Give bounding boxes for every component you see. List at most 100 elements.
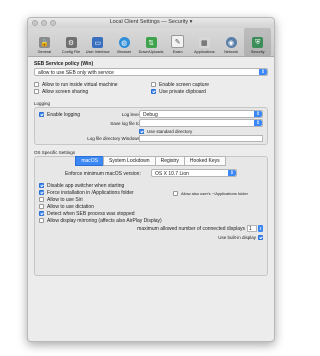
os-tab-bar: macOS System Lockdown Registry Hooked Ke… [35,156,267,166]
checkbox-box[interactable] [39,204,44,209]
checkbox-box[interactable] [34,82,39,87]
checkbox-box[interactable] [39,183,44,188]
toolbar-label: Applications [194,50,215,54]
max-displays-label: maximum allowed number of connected disp… [137,225,245,232]
save-log-select[interactable]: ⇕ [139,119,263,127]
macos-checks: Disable app switcher when starting Force… [39,182,162,224]
window-title: Local Client Settings — Security ▾ [109,19,193,25]
allow-siri-checkbox[interactable]: Allow to use Siri [39,196,162,203]
allow-vm-checkbox[interactable]: Allow to run inside virtual machine [34,81,151,88]
checkbox-label: Force installation in /Applications fold… [47,189,134,196]
checkbox-label: Allow to run inside virtual machine [42,81,118,88]
checkbox-label: Detect when SEB process was stopped [47,210,135,217]
stepper-icon[interactable]: ⇕ [258,225,263,232]
checkbox-box[interactable] [173,191,178,196]
toolbar-label: General [37,50,52,54]
checkbox-box[interactable] [39,197,44,202]
tab-hooked-keys[interactable]: Hooked Keys [183,156,226,166]
private-clipboard-checkbox[interactable]: Use private clipboard [151,88,268,95]
chevron-updown-icon: ⇕ [254,111,262,117]
exam-icon: ✎ [171,35,185,48]
logging-group-title: Logging [34,101,51,106]
checkbox-box[interactable] [34,89,39,94]
logging-group: Enable logging Log level: Debug ⇕ Save l… [34,107,268,145]
os-specific-group: macOS System Lockdown Registry Hooked Ke… [34,156,268,276]
preferences-toolbar: 🔒 General ⚙ Config File ▭ User Interface… [28,28,274,57]
allow-display-mirroring-checkbox[interactable]: Allow display mirroring (affects also Ai… [39,217,162,224]
toolbar-label: Exam [172,50,183,54]
title-bar: Local Client Settings — Security ▾ [28,18,274,28]
chevron-updown-icon: ⇕ [254,120,262,126]
log-level-value: Debug [143,112,158,118]
security-icon: ⛨ [252,37,264,48]
min-macos-select[interactable]: OS X 10.7 Lion ⇕ [151,169,237,177]
toolbar-network[interactable]: ◉ Network [218,28,245,56]
disable-app-switcher-checkbox[interactable]: Disable app switcher when starting [39,182,162,189]
checkbox-box[interactable] [151,82,156,87]
checkbox-label: Use private clipboard [159,88,206,95]
standard-directory-checkbox[interactable]: Use standard directory [139,128,192,135]
chevron-updown-icon: ⇕ [259,69,267,75]
toolbar-label: User Interface [85,50,110,54]
toolbar-security[interactable]: ⛨ Security [244,28,272,56]
toolbar-user-interface[interactable]: ▭ User Interface [84,28,111,56]
toolbar-down-uploads[interactable]: ⇅ Down/Uploads [138,28,165,56]
service-policy-select[interactable]: allow to use SEB only with service ⇕ [34,68,268,76]
toolbar-exam[interactable]: ✎ Exam [164,28,191,56]
checkbox-box[interactable] [258,235,263,240]
chevron-updown-icon: ⇕ [228,170,236,176]
checkbox-box[interactable] [39,218,44,223]
toolbar-label: Down/Uploads [138,50,164,54]
applications-icon: ▦ [198,37,210,48]
lock-icon: 🔒 [38,37,50,48]
checkbox-box[interactable] [39,190,44,195]
checkbox-label: Allow to use dictation [47,203,94,210]
checkbox-label: Allow screen sharing [42,88,89,95]
force-applications-folder-checkbox[interactable]: Force installation in /Applications fold… [39,189,162,196]
checkbox-label: Disable app switcher when starting [47,182,125,189]
security-options: Allow to run inside virtual machine Allo… [34,81,268,95]
toolbar-label: Security [250,50,265,54]
screen-capture-checkbox[interactable]: Enable screen capture [151,81,268,88]
toolbar-config-file[interactable]: ⚙ Config File [58,28,85,56]
builtin-display-checkbox[interactable]: Use built-in display [218,234,263,241]
allow-dictation-checkbox[interactable]: Allow to use dictation [39,203,162,210]
config-file-icon: ⚙ [65,37,77,48]
toolbar-label: Browser [117,50,132,54]
save-log-label: Save log file to: [110,121,141,126]
toolbar-general[interactable]: 🔒 General [31,28,58,56]
user-interface-icon: ▭ [92,37,104,48]
log-dir-windows-label: Log file directory Windows: [87,136,141,141]
checkbox-box[interactable] [139,129,144,134]
max-displays-row: maximum allowed number of connected disp… [95,225,263,232]
os-group-title: OS Specific Settings [34,150,76,155]
detect-seb-stopped-checkbox[interactable]: Detect when SEB process was stopped [39,210,162,217]
service-policy-value: allow to use SEB only with service [38,70,114,76]
checkbox-label: Allow display mirroring (affects also Ai… [47,217,162,224]
max-displays-input[interactable]: 1 [247,225,257,232]
checkbox-label: Allow to use Siri [47,196,83,203]
enable-logging-checkbox[interactable]: Enable logging [39,111,80,118]
toolbar-applications[interactable]: ▦ Applications [191,28,218,56]
toolbar-browser[interactable]: ◍ Browser [111,28,138,56]
tab-system-lockdown[interactable]: System Lockdown [103,156,156,166]
log-level-select[interactable]: Debug ⇕ [139,110,263,118]
checkbox-box[interactable] [39,211,44,216]
checkbox-box[interactable] [39,112,44,117]
service-policy-heading: SEB Service policy (Win) [34,61,94,67]
min-macos-value: OS X 10.7 Lion [155,171,189,177]
download-upload-icon: ⇅ [145,37,157,48]
tab-macos[interactable]: macOS [75,156,104,166]
checkbox-box[interactable] [151,89,156,94]
security-pane: SEB Service policy (Win) allow to use SE… [28,57,274,280]
log-dir-windows-input[interactable] [139,135,263,142]
checkbox-label: Enable logging [47,111,81,118]
checkbox-label: Allow also user's ~/Applications folder [181,191,248,196]
allow-user-applications-checkbox[interactable]: Allow also user's ~/Applications folder [173,190,248,197]
toolbar-label: Network [224,50,238,54]
toolbar-label: Config File [61,50,81,54]
checkbox-label: Enable screen capture [159,81,210,88]
min-macos-label: Enforce minimum macOS version: [65,171,141,177]
allow-screen-sharing-checkbox[interactable]: Allow screen sharing [34,88,151,95]
tab-registry[interactable]: Registry [154,156,185,166]
